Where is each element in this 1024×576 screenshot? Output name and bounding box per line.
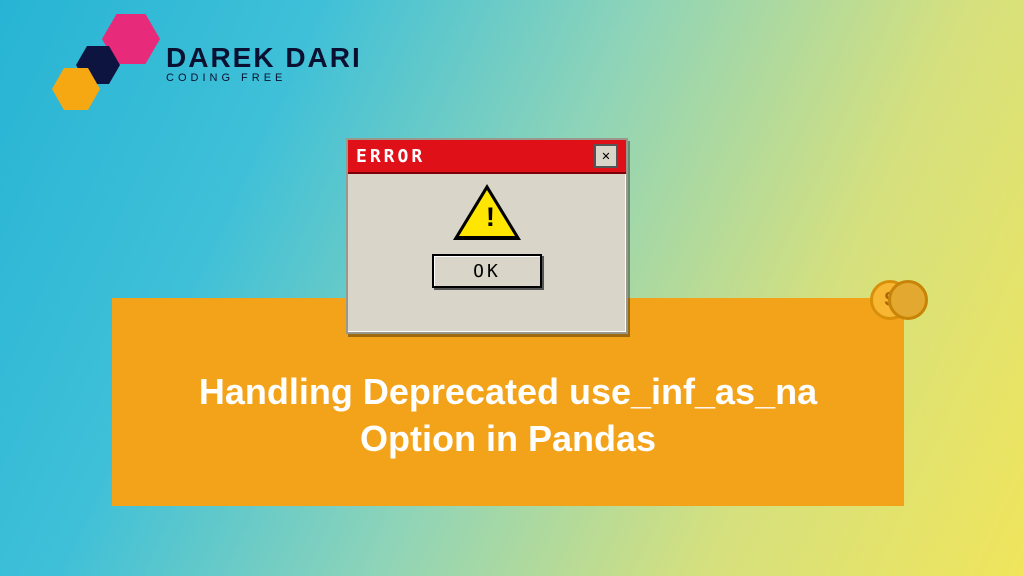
logo-text-block: DAREK DARI CODING FREE — [166, 42, 362, 84]
close-button[interactable]: ✕ — [594, 144, 618, 168]
dialog-titlebar: ERROR ✕ — [348, 140, 626, 174]
warning-bang: ! — [482, 204, 499, 235]
dialog-body: ! OK — [348, 174, 626, 288]
headline-text: Handling Deprecated use_inf_as_na Option… — [152, 341, 864, 463]
brand-logo: DAREK DARI CODING FREE — [52, 14, 362, 110]
error-dialog: ERROR ✕ ! OK — [346, 138, 628, 334]
logo-hex-cluster — [52, 14, 162, 110]
close-icon: ✕ — [602, 148, 610, 165]
dialog-title: ERROR — [356, 146, 425, 167]
warning-icon: ! — [453, 184, 521, 240]
logo-title: DAREK DARI — [166, 42, 362, 74]
coins-icon: $ — [870, 280, 928, 320]
ok-button[interactable]: OK — [432, 254, 542, 288]
coin-icon-back — [888, 280, 928, 320]
